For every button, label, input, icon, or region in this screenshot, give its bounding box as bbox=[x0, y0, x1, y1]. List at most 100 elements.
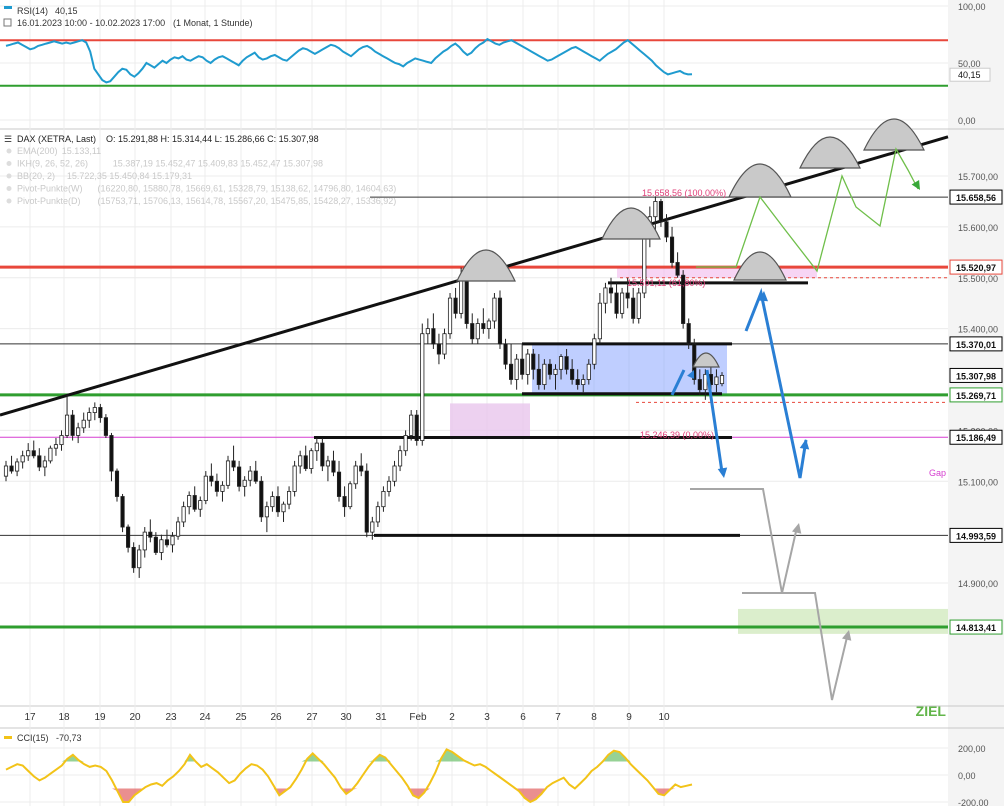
candle-body bbox=[459, 277, 464, 314]
candle-body bbox=[475, 323, 480, 340]
candle-body bbox=[398, 450, 403, 467]
candle-body bbox=[203, 475, 208, 501]
candle-body bbox=[214, 480, 219, 492]
candle-body bbox=[625, 292, 630, 299]
rsi-legend-swatch bbox=[4, 6, 12, 9]
candle-body bbox=[142, 531, 147, 551]
candle-body bbox=[248, 470, 253, 481]
indicator-dot bbox=[6, 173, 12, 179]
rsi-title[interactable]: RSI(14) bbox=[17, 6, 48, 16]
candle-body bbox=[126, 526, 131, 548]
x-tick-label: 31 bbox=[375, 712, 387, 723]
candle-body bbox=[403, 435, 408, 452]
target-zone bbox=[738, 608, 948, 634]
price-tick-label: 15.500,00 bbox=[958, 274, 998, 284]
candle-body bbox=[53, 444, 59, 449]
fib-zone bbox=[617, 267, 817, 278]
candle-body bbox=[292, 465, 297, 492]
candle-body bbox=[464, 277, 469, 324]
price-tick-label: 14.900,00 bbox=[958, 579, 998, 589]
level-badge-label: 15.269,71 bbox=[956, 391, 996, 401]
instrument-title: DAX (XETRA, Last) bbox=[17, 134, 96, 144]
price-tick-label: 15.100,00 bbox=[958, 477, 998, 487]
candle-body bbox=[364, 470, 369, 533]
candle-body bbox=[608, 287, 614, 294]
candle-body bbox=[470, 323, 475, 340]
candle-body bbox=[20, 455, 25, 463]
candle-body bbox=[137, 549, 142, 569]
indicator-dot bbox=[6, 161, 12, 166]
x-tick-label: 17 bbox=[24, 712, 36, 723]
ohlc-readout: O: 15.291,88 H: 15.314,44 L: 15.286,66 C… bbox=[106, 134, 319, 144]
candle-body bbox=[353, 465, 358, 485]
candle-body bbox=[509, 363, 514, 380]
candle-body bbox=[531, 353, 536, 370]
cci-title[interactable]: CCI(15) bbox=[17, 733, 49, 743]
candle-body bbox=[281, 503, 286, 513]
candle-body bbox=[481, 323, 486, 330]
candle-body bbox=[409, 414, 414, 436]
candle-body bbox=[581, 379, 586, 385]
fib-0-label: 15.246,39 (0,00%) bbox=[640, 430, 714, 440]
menu-icon[interactable]: ☰ bbox=[4, 134, 12, 144]
rsi-tick-label: 100,00 bbox=[958, 2, 986, 12]
level-badge-label: 15.658,56 bbox=[956, 193, 996, 203]
indicator-label: BB(20, 2) bbox=[17, 171, 55, 181]
x-tick-label: 25 bbox=[235, 712, 247, 723]
candle-body bbox=[287, 491, 292, 505]
candle-body bbox=[26, 450, 31, 457]
candle-body bbox=[497, 297, 503, 345]
candle-body bbox=[9, 465, 14, 472]
candle-body bbox=[309, 450, 314, 469]
candle-body bbox=[331, 460, 336, 473]
candle-body bbox=[237, 466, 242, 487]
candle-body bbox=[636, 292, 641, 319]
candle-body bbox=[170, 535, 175, 546]
candle-body bbox=[42, 460, 47, 468]
candle-body bbox=[664, 221, 669, 238]
right-axis-bg bbox=[948, 0, 1004, 806]
candle-body bbox=[303, 455, 308, 469]
candle-body bbox=[392, 465, 397, 482]
candle-body bbox=[536, 368, 541, 385]
x-tick-label: 19 bbox=[94, 712, 106, 723]
candle-body bbox=[76, 427, 81, 436]
rsi-period: (1 Monat, 1 Stunde) bbox=[173, 18, 253, 28]
candle-body bbox=[81, 419, 86, 429]
candle-body bbox=[631, 297, 636, 319]
candle-body bbox=[64, 414, 70, 436]
rsi-tick-label: 50,00 bbox=[958, 59, 981, 69]
candle-body bbox=[31, 450, 36, 457]
candle-body bbox=[414, 414, 419, 441]
indicator-dot bbox=[6, 198, 12, 204]
candle-body bbox=[420, 333, 425, 441]
level-badge-label: 15.307,98 bbox=[956, 371, 996, 381]
candle-body bbox=[503, 343, 508, 365]
cci-tick-label: 0,00 bbox=[958, 771, 976, 781]
candle-body bbox=[259, 480, 264, 518]
candle-body bbox=[103, 417, 108, 436]
rsi-current-label: 40,15 bbox=[958, 70, 981, 80]
x-tick-label: 24 bbox=[199, 712, 211, 723]
cci-legend-swatch bbox=[4, 736, 12, 739]
x-tick-label: 26 bbox=[270, 712, 282, 723]
cci-tick-label: -200,00 bbox=[958, 798, 989, 806]
candle-body bbox=[231, 460, 236, 468]
candle-body bbox=[159, 539, 164, 553]
candle-body bbox=[114, 470, 120, 497]
candle-body bbox=[48, 447, 53, 462]
candle-body bbox=[381, 491, 386, 508]
x-tick-label: 30 bbox=[340, 712, 352, 723]
indicator-values: (16220,80, 15880,78, 15669,61, 15328,79,… bbox=[98, 184, 397, 194]
cci-value: -70,73 bbox=[56, 733, 82, 743]
candle-body bbox=[453, 297, 458, 314]
candle-body bbox=[59, 435, 64, 446]
level-badge-label: 14.993,59 bbox=[956, 531, 996, 541]
x-tick-label: 20 bbox=[129, 712, 141, 723]
candle-body bbox=[192, 495, 197, 510]
candle-body bbox=[109, 435, 114, 472]
candle-body bbox=[375, 506, 380, 523]
candle-body bbox=[525, 353, 530, 375]
indicator-label: Pivot-Punkte(W) bbox=[17, 184, 83, 194]
candle-body bbox=[175, 521, 181, 537]
